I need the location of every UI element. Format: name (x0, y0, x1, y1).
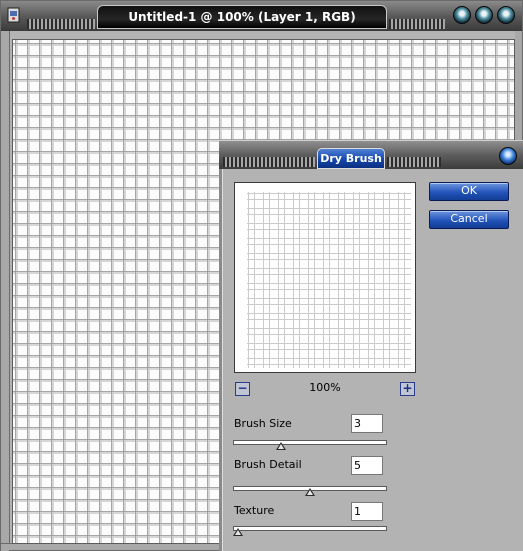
filter-preview[interactable] (234, 182, 416, 373)
texture-label: Texture (234, 504, 275, 517)
close-icon[interactable] (497, 6, 515, 24)
dialog-grip-right (387, 157, 441, 167)
document-titlebar[interactable]: Untitled-1 @ 100% (Layer 1, RGB) (1, 1, 522, 31)
texture-input[interactable]: 1 (351, 502, 383, 521)
app-document-icon[interactable] (6, 7, 22, 23)
titlebar-grip-left (27, 19, 95, 29)
dialog-grip-left (223, 157, 315, 167)
brush-size-label: Brush Size (234, 417, 292, 430)
maximize-icon[interactable] (475, 6, 493, 24)
zoom-in-icon[interactable]: + (400, 382, 415, 396)
ok-button[interactable]: OK (429, 182, 509, 201)
dialog-frame-left (219, 169, 223, 551)
brush-detail-input[interactable]: 5 (351, 456, 383, 475)
texture-slider[interactable] (233, 526, 387, 536)
cancel-button[interactable]: Cancel (429, 210, 509, 229)
dialog-close-icon[interactable] (499, 147, 517, 165)
dialog-title: Dry Brush (317, 148, 385, 169)
document-title: Untitled-1 @ 100% (Layer 1, RGB) (97, 5, 387, 29)
brush-detail-slider-thumb[interactable] (305, 488, 315, 496)
dialog-titlebar[interactable]: Dry Brush (219, 140, 523, 169)
titlebar-grip-right (389, 19, 445, 29)
brush-size-input[interactable]: 3 (351, 414, 383, 433)
brush-detail-label: Brush Detail (234, 458, 302, 471)
texture-slider-thumb[interactable] (233, 528, 243, 536)
brush-size-slider-thumb[interactable] (276, 442, 287, 450)
zoom-level: 100% (309, 381, 341, 394)
window-frame-left (1, 31, 10, 551)
dry-brush-dialog: Dry Brush − 100% + OK Cancel Brush Size … (219, 140, 523, 551)
preview-image (247, 192, 411, 368)
brush-size-slider[interactable] (233, 440, 387, 450)
brush-detail-slider[interactable] (233, 486, 387, 496)
minimize-icon[interactable] (453, 6, 471, 24)
zoom-out-icon[interactable]: − (235, 382, 250, 396)
